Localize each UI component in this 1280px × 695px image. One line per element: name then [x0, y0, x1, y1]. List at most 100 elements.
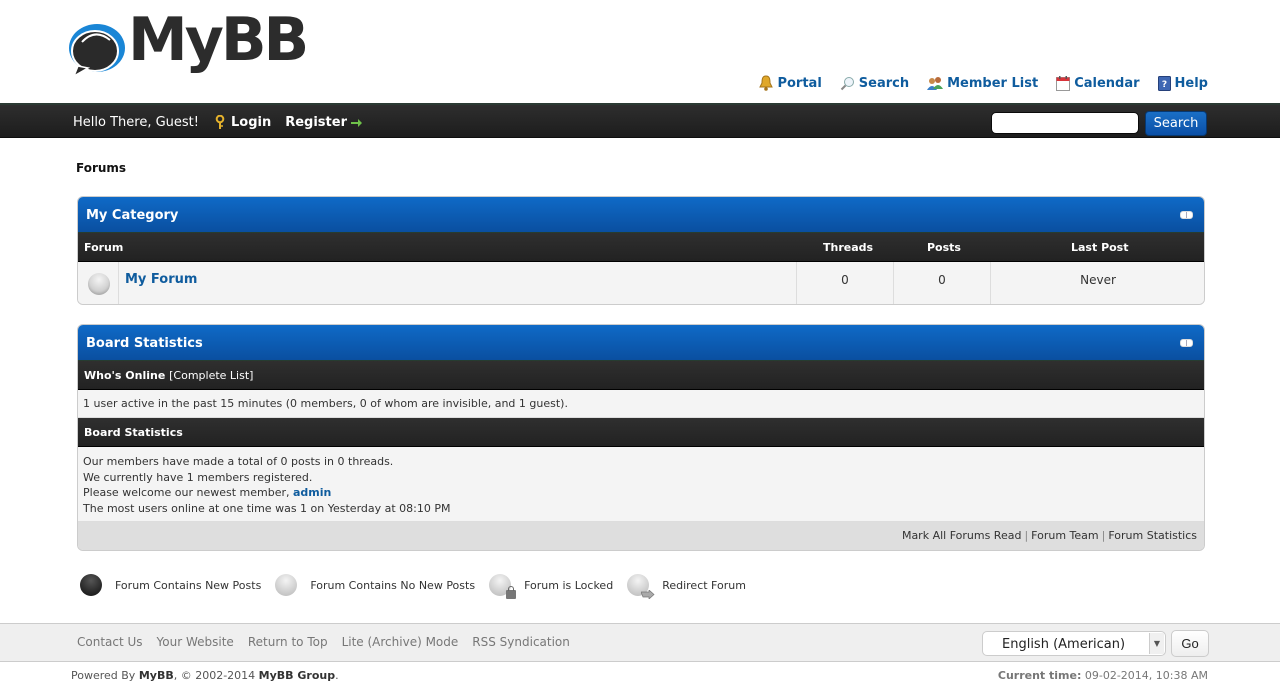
redirect-arrow-icon: [641, 590, 655, 599]
stats-line-members: We currently have 1 members registered.: [83, 470, 313, 484]
calendar-link[interactable]: Calendar: [1056, 75, 1140, 91]
forum-link[interactable]: My Forum: [125, 272, 197, 287]
online-text: 1 user active in the past 15 minutes (0 …: [78, 390, 1204, 418]
portal-label: Portal: [777, 75, 822, 91]
contact-us-link[interactable]: Contact Us: [77, 635, 143, 649]
whos-online-label[interactable]: Who's Online: [84, 369, 165, 382]
register-group: Register: [285, 115, 363, 130]
welcome-block: Hello There, Guest! Login Register: [73, 115, 363, 130]
copyright: Powered By MyBB, © 2002-2014 MyBB Group.: [71, 669, 339, 682]
member-list-label: Member List: [947, 75, 1039, 91]
forum-new-posts-icon: [80, 574, 102, 596]
board-stats-label: Board Statistics: [84, 426, 183, 439]
mybb-link[interactable]: MyBB: [139, 669, 174, 682]
legend-label: Forum Contains New Posts: [115, 578, 262, 592]
collapse-icon[interactable]: [1180, 211, 1193, 219]
board-stats-subheader: Board Statistics: [78, 418, 1204, 447]
category-header: My Category: [78, 197, 1204, 233]
top-links: Portal Search Member List Calendar ? Hel…: [759, 75, 1208, 91]
forum-legend: Forum Contains New Posts Forum Contains …: [80, 574, 760, 599]
forum-no-new-posts-icon[interactable]: [88, 273, 110, 295]
board-stats-body: Our members have made a total of 0 posts…: [78, 447, 1204, 522]
footer-links: Contact Us Your Website Return to Top Li…: [77, 635, 570, 649]
rss-syndication-link[interactable]: RSS Syndication: [472, 635, 570, 649]
magnifier-icon: [840, 76, 854, 90]
svg-text:?: ?: [1161, 80, 1166, 90]
header: MyBB Portal Search Member List Calendar …: [0, 0, 1280, 103]
calendar-label: Calendar: [1074, 75, 1140, 91]
portal-link[interactable]: Portal: [759, 75, 822, 91]
member-list-link[interactable]: Member List: [927, 76, 1038, 91]
forum-no-new-posts-icon: [275, 574, 298, 596]
calendar-icon: [1056, 75, 1071, 91]
lock-icon: [506, 586, 517, 599]
stats-title: Board Statistics: [86, 336, 203, 351]
go-button[interactable]: Go: [1171, 630, 1209, 657]
forum-threads: 0: [841, 273, 849, 287]
forum-locked-icon: [489, 574, 517, 599]
members-icon: [927, 76, 944, 90]
legend-label: Forum Contains No New Posts: [310, 578, 476, 592]
help-book-icon: ?: [1157, 75, 1171, 91]
category-table: My Category Forum Threads Posts Last Pos…: [77, 196, 1205, 305]
search-link[interactable]: Search: [840, 76, 909, 91]
mybb-logo[interactable]: MyBB: [68, 10, 309, 88]
legend-redirect: Redirect Forum: [627, 574, 746, 599]
stats-header: Board Statistics: [78, 325, 1204, 361]
board-statistics-table: Board Statistics Who's Online [Complete …: [77, 324, 1205, 551]
current-time: Current time: 09-02-2014, 10:38 AM: [998, 669, 1208, 682]
forum-redirect-icon: [627, 574, 655, 599]
collapse-icon[interactable]: [1180, 339, 1193, 347]
legend-no-new-posts: Forum Contains No New Posts: [275, 574, 475, 596]
language-select[interactable]: English (American) ▼: [982, 631, 1166, 656]
chevron-down-icon[interactable]: ▼: [1149, 633, 1164, 654]
search-label: Search: [858, 75, 910, 91]
complete-list-link[interactable]: [Complete List]: [169, 369, 253, 382]
legend-label: Redirect Forum: [662, 578, 746, 592]
forum-posts: 0: [938, 273, 946, 287]
col-posts: Posts: [927, 241, 961, 254]
search-input[interactable]: [991, 112, 1139, 134]
user-panel: Hello There, Guest! Login Register Searc…: [0, 103, 1280, 138]
col-forum: Forum: [84, 241, 124, 254]
legend-label: Forum is Locked: [524, 578, 614, 592]
footer-bar: Contact Us Your Website Return to Top Li…: [0, 623, 1280, 662]
help-link[interactable]: ? Help: [1157, 75, 1208, 91]
lite-mode-link[interactable]: Lite (Archive) Mode: [342, 635, 459, 649]
breadcrumb[interactable]: Forums: [76, 161, 126, 175]
mybb-group-link[interactable]: MyBB Group: [259, 669, 335, 682]
stats-line-newest: Please welcome our newest member, admin: [83, 485, 1199, 501]
your-website-link[interactable]: Your Website: [157, 635, 234, 649]
copyright-years: , © 2002-2014: [173, 669, 259, 682]
forum-statistics-link[interactable]: Forum Statistics: [1108, 529, 1197, 542]
return-to-top-link[interactable]: Return to Top: [248, 635, 328, 649]
cell-divider: [118, 262, 119, 304]
newest-member-link[interactable]: admin: [293, 486, 331, 499]
stats-line-record: The most users online at one time was 1 …: [83, 501, 451, 515]
col-threads: Threads: [823, 241, 874, 254]
legend-new-posts: Forum Contains New Posts: [80, 574, 261, 596]
newest-prefix: Please welcome our newest member,: [83, 486, 293, 499]
mark-all-read-link[interactable]: Mark All Forums Read: [902, 529, 1022, 542]
forum-lastpost: Never: [1080, 273, 1116, 287]
greeting-text: Hello There, Guest!: [73, 115, 199, 130]
help-label: Help: [1174, 75, 1208, 91]
legend-locked: Forum is Locked: [489, 574, 614, 599]
col-lastpost: Last Post: [1071, 241, 1129, 254]
arrow-right-icon: [351, 118, 362, 127]
current-time-label: Current time:: [997, 669, 1082, 682]
category-title[interactable]: My Category: [86, 208, 178, 223]
period: .: [335, 669, 339, 682]
logo-text: MyBB: [128, 5, 309, 75]
login-link[interactable]: Login: [231, 115, 271, 130]
language-value: English (American): [1002, 637, 1126, 652]
key-icon: [215, 115, 225, 129]
whos-online-header: Who's Online [Complete List]: [78, 361, 1204, 390]
search-button[interactable]: Search: [1145, 111, 1207, 136]
current-time-value: 09-02-2014, 10:38 AM: [1081, 669, 1208, 682]
stats-line-posts: Our members have made a total of 0 posts…: [83, 455, 394, 468]
forum-row: My Forum 0 0 Never: [78, 262, 1204, 304]
register-link[interactable]: Register: [285, 115, 347, 130]
forum-team-link[interactable]: Forum Team: [1031, 529, 1098, 542]
column-headers: Forum Threads Posts Last Post: [78, 233, 1204, 262]
